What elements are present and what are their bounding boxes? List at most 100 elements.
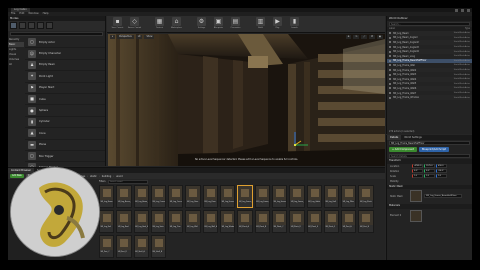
asset-tile[interactable]: SM_Log_Frame_Window <box>289 185 305 208</box>
column-type[interactable]: Type <box>465 27 470 31</box>
content-button[interactable]: ▦ Content <box>152 17 167 32</box>
column-label[interactable]: Label <box>389 27 395 31</box>
scale-z-field[interactable]: 1.0 <box>436 174 447 178</box>
filters-button[interactable]: Filters <box>99 180 106 183</box>
place-item[interactable]: ● Sphere <box>25 105 105 117</box>
place-item[interactable]: ▲ Cone <box>25 128 105 140</box>
asset-tile[interactable]: SM_Log_Stair <box>150 210 167 233</box>
viewport-options-button[interactable]: ▾ <box>110 34 116 39</box>
foliage-mode-icon[interactable] <box>37 22 44 29</box>
asset-tile[interactable]: SM_Plank_C <box>271 210 288 233</box>
material-thumbnail[interactable] <box>410 209 422 222</box>
cinematics-button[interactable]: ▤ Cinematics <box>228 17 243 32</box>
place-item[interactable]: ▢ Box Trigger <box>25 151 105 163</box>
visibility-eye-icon[interactable] <box>389 92 391 95</box>
rotation-x-field[interactable]: 0.0° <box>412 169 423 173</box>
visibility-eye-icon[interactable] <box>389 96 391 99</box>
asset-tile[interactable]: SM_Plank_D <box>289 210 305 233</box>
asset-tile[interactable]: SM_Log_Rail <box>99 210 115 233</box>
place-item[interactable]: ♟ Empty Pawn <box>25 60 105 72</box>
asset-tile[interactable]: SM_Log_Wall <box>185 210 201 233</box>
asset-tile[interactable]: SM_Log_Wall_Half <box>202 210 219 233</box>
visibility-eye-icon[interactable] <box>389 50 391 53</box>
blueprints-button[interactable]: ▣ Blueprints <box>211 17 226 32</box>
asset-tile[interactable]: SM_Post_D <box>116 235 132 258</box>
visibility-eye-icon[interactable] <box>389 87 391 90</box>
marketplace-button[interactable]: ⌂ Marketplace <box>169 17 184 32</box>
translate-icon[interactable]: ✥ <box>345 34 352 39</box>
visibility-eye-icon[interactable] <box>389 41 391 44</box>
launch-button[interactable]: ▮ Launch <box>287 17 302 32</box>
maximize-viewport-icon[interactable]: ▣ <box>376 34 383 39</box>
asset-tile[interactable]: SM_Log_Beam_Angled <box>116 185 132 208</box>
breadcrumb-item[interactable]: building <box>102 175 112 178</box>
location-x-field[interactable]: -4765.0 <box>412 164 423 168</box>
perspective-button[interactable]: Perspective <box>117 34 134 39</box>
modes-search-input[interactable] <box>10 32 103 36</box>
tab-content-browser[interactable]: Content Browser <box>8 168 34 173</box>
asset-tile[interactable]: SM_Log_Frame_BeamHalfFloor <box>237 185 253 208</box>
asset-tile[interactable]: SM_Post_A <box>341 210 357 233</box>
level-viewport[interactable]: ▾ Perspective Lit Show ✥ ↻ ⤢ # ▣ No acti… <box>108 34 385 166</box>
category-item[interactable]: All <box>8 62 24 67</box>
asset-tile[interactable]: SM_Log_Floor <box>202 185 219 208</box>
transform-gizmo-icon[interactable] <box>291 129 311 149</box>
breadcrumb-item[interactable]: static <box>90 175 97 178</box>
place-mode-icon[interactable] <box>10 22 17 29</box>
visibility-eye-icon[interactable] <box>389 64 391 67</box>
visibility-eye-icon[interactable] <box>389 78 391 81</box>
place-item[interactable]: ▮ Cylinder <box>25 117 105 129</box>
asset-tile[interactable]: SM_Log_Roof <box>116 210 132 233</box>
landscape-mode-icon[interactable] <box>28 22 35 29</box>
asset-tile[interactable]: SM_Log_Window <box>220 210 236 233</box>
asset-tile[interactable]: SM_Log_Frame_Beam <box>220 185 236 208</box>
static-mesh-picker[interactable]: SM_Log_Frame_BeamHalfFloor <box>424 194 462 198</box>
rotate-icon[interactable]: ↻ <box>353 34 360 39</box>
visibility-eye-icon[interactable] <box>389 69 391 72</box>
save-button[interactable]: ▪ Save Current <box>110 17 125 32</box>
outliner-row[interactable]: SM_Log_Frame_Window StaticMeshActor <box>387 95 472 100</box>
asset-tile[interactable]: SM_Log_Door <box>185 185 201 208</box>
place-item[interactable]: ☺ Empty Character <box>25 48 105 60</box>
visibility-eye-icon[interactable] <box>389 36 391 39</box>
visibility-eye-icon[interactable] <box>389 46 391 49</box>
asset-tile[interactable]: SM_Log_Frame_Wall <box>271 185 288 208</box>
location-y-field[interactable]: 1575.0 <box>424 164 435 168</box>
location-z-field[interactable]: 690.0 <box>436 164 447 168</box>
place-item[interactable]: ⚑ Player Start <box>25 83 105 94</box>
mesh-thumbnail[interactable] <box>410 190 422 202</box>
asset-tile[interactable]: SM_Log_Corner_Half <box>168 185 184 208</box>
asset-tile[interactable]: SM_Plank_A <box>237 210 253 233</box>
outliner-search-input[interactable]: Search... <box>389 22 470 26</box>
place-item[interactable]: ◻ Empty Actor <box>25 37 105 49</box>
asset-tile[interactable]: SM_Shelf_A <box>133 235 149 258</box>
snap-grid-icon[interactable]: # <box>369 34 375 39</box>
rotation-z-field[interactable]: -90.0° <box>436 169 447 173</box>
visibility-eye-icon[interactable] <box>389 82 391 85</box>
asset-search-input[interactable]: Search wood <box>107 179 148 184</box>
play-button[interactable]: ▶ Play <box>270 17 285 32</box>
asset-tile[interactable]: SM_Plank_B <box>254 210 270 233</box>
asset-tile[interactable]: SM_Log_Roof_Edge <box>133 210 149 233</box>
scale-y-field[interactable]: 1.0 <box>424 174 435 178</box>
blueprint-script-button[interactable]: Blueprint/Add Script <box>419 147 450 152</box>
asset-tile[interactable]: SM_Log_Gable <box>306 185 322 208</box>
visibility-eye-icon[interactable] <box>389 55 391 58</box>
scale-x-field[interactable]: 1.0 <box>412 174 423 178</box>
asset-tile[interactable]: SM_Post_C <box>99 235 115 258</box>
breadcrumb-item[interactable]: wood <box>116 175 122 178</box>
asset-tile[interactable]: SM_Log_Beam_Long <box>133 185 149 208</box>
asset-tile[interactable]: SM_Shelf_B <box>150 235 167 258</box>
lit-button[interactable]: Lit <box>135 34 143 39</box>
asset-tile[interactable]: SM_Post_B <box>358 210 374 233</box>
paint-mode-icon[interactable] <box>19 22 26 29</box>
asset-tile[interactable]: SM_Log_Half <box>323 185 340 208</box>
asset-tile[interactable]: SM_Log_Pillar <box>341 185 357 208</box>
asset-tile[interactable]: SM_Plank_E <box>306 210 322 233</box>
place-item[interactable]: ▬ Plane <box>25 140 105 151</box>
asset-tile[interactable]: SM_Plank_F <box>323 210 340 233</box>
asset-tile[interactable]: SM_Log_Plank <box>358 185 374 208</box>
place-item[interactable]: ■ Cube <box>25 94 105 106</box>
asset-tile[interactable]: SM_Log_Beam <box>99 185 115 208</box>
details-search-input[interactable]: Search Details <box>389 154 470 158</box>
